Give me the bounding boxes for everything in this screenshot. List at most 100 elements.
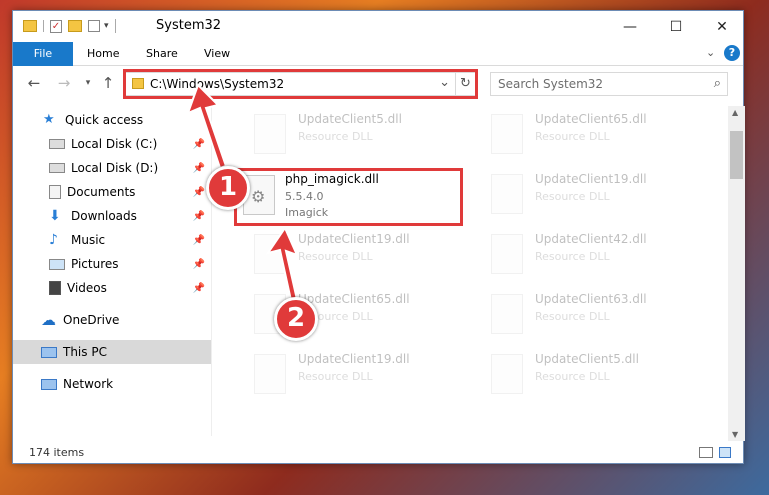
recent-locations-button[interactable]: ▾ — [79, 74, 97, 92]
new-folder-icon[interactable] — [68, 20, 82, 32]
downloads-icon: ⬇ — [49, 208, 61, 224]
chevron-down-icon[interactable]: ▾ — [104, 21, 109, 31]
navigation-pane: ★ Quick access Local Disk (C:) 📌 Local D… — [13, 106, 211, 436]
sidebar-item-onedrive[interactable]: ☁ OneDrive — [13, 308, 211, 332]
file-type: Resource DLL — [535, 190, 610, 203]
pin-icon[interactable]: 📌 — [193, 211, 205, 222]
list-item[interactable]: UpdateClient42.dll Resource DLL — [473, 228, 703, 284]
help-icon[interactable]: ? — [724, 45, 740, 61]
list-item[interactable]: UpdateClient19.dll Resource DLL — [236, 348, 466, 404]
sidebar-item-downloads[interactable]: ⬇ Downloads 📌 — [13, 204, 211, 228]
dll-file-icon — [491, 294, 523, 334]
dll-file-icon — [491, 174, 523, 214]
list-item[interactable]: UpdateClient19.dll Resource DLL — [236, 228, 466, 284]
tab-view[interactable]: View — [192, 42, 242, 66]
file-name: UpdateClient42.dll — [535, 232, 647, 246]
network-icon — [41, 378, 57, 390]
file-name: php_imagick.dll — [285, 172, 379, 186]
dll-file-icon — [254, 114, 286, 154]
back-button[interactable]: ← — [25, 74, 43, 92]
address-highlight-box — [123, 69, 478, 99]
documents-icon — [49, 185, 61, 199]
file-version: 5.5.4.0 — [285, 190, 324, 203]
file-type: Resource DLL — [298, 250, 373, 263]
file-type: Resource DLL — [535, 250, 610, 263]
cloud-icon: ☁ — [41, 311, 56, 329]
drive-icon — [49, 163, 65, 173]
pin-icon[interactable]: 📌 — [193, 139, 205, 150]
file-name: UpdateClient65.dll — [535, 112, 647, 126]
highlighted-file-php-imagick[interactable]: ⚙ php_imagick.dll 5.5.4.0 Imagick — [234, 168, 463, 226]
computer-icon — [41, 346, 57, 358]
details-view-icon[interactable] — [699, 447, 713, 458]
sidebar-item-documents[interactable]: Documents 📌 — [13, 180, 211, 204]
dll-file-icon — [254, 354, 286, 394]
large-icons-view-icon[interactable] — [719, 447, 731, 458]
scrollbar-thumb[interactable] — [730, 131, 743, 179]
forward-button[interactable]: → — [55, 74, 73, 92]
videos-icon — [49, 281, 61, 295]
list-item[interactable]: UpdateClient65.dll Resource DLL — [473, 108, 703, 164]
minimize-button[interactable]: — — [607, 11, 653, 42]
list-item[interactable]: UpdateClient63.dll Resource DLL — [473, 288, 703, 344]
pictures-icon — [49, 258, 65, 270]
file-name: UpdateClient5.dll — [535, 352, 639, 366]
sidebar-item-videos[interactable]: Videos 📌 — [13, 276, 211, 300]
sidebar-item-label: Music — [71, 233, 106, 247]
list-item[interactable]: UpdateClient5.dll Resource DLL — [236, 108, 466, 164]
close-button[interactable]: ✕ — [699, 11, 745, 42]
gear-icon: ⚙ — [251, 187, 266, 206]
file-type: Resource DLL — [535, 130, 610, 143]
scroll-down-arrow[interactable]: ▼ — [732, 430, 738, 439]
tab-home[interactable]: Home — [75, 42, 131, 66]
sidebar-item-local-disk-c[interactable]: Local Disk (C:) 📌 — [13, 132, 211, 156]
search-input[interactable]: Search System32 ⌕ — [490, 72, 728, 96]
sidebar-item-network[interactable]: Network — [13, 372, 211, 396]
address-row: ← → ▾ ↑ C:\Windows\System32 ⌄ ↻ Search S… — [13, 68, 743, 99]
scroll-up-arrow[interactable]: ▲ — [732, 108, 738, 117]
sidebar-item-label: Local Disk (D:) — [71, 161, 159, 175]
status-bar: 174 items — [13, 441, 743, 465]
pin-icon[interactable]: 📌 — [193, 187, 205, 198]
folder-icon — [23, 20, 37, 32]
list-item[interactable]: UpdateClient65.dll Resource DLL — [236, 288, 466, 344]
pin-icon[interactable]: 📌 — [193, 235, 205, 246]
customize-icon[interactable] — [88, 20, 100, 32]
pin-icon[interactable]: 📌 — [193, 259, 205, 270]
explorer-window: ✓ ▾ System32 — ☐ ✕ File Home Share View … — [12, 10, 745, 465]
file-type: Resource DLL — [535, 370, 610, 383]
sidebar-item-label: Downloads — [71, 209, 137, 223]
separator — [114, 19, 116, 33]
sidebar-item-this-pc[interactable]: This PC — [13, 340, 211, 364]
pin-icon[interactable]: 📌 — [193, 163, 205, 174]
chevron-down-icon[interactable]: ⌄ — [706, 46, 715, 59]
separator — [43, 20, 44, 32]
dll-file-icon — [254, 234, 286, 274]
dll-file-icon — [491, 234, 523, 274]
maximize-button[interactable]: ☐ — [653, 11, 699, 42]
file-name: UpdateClient63.dll — [535, 292, 647, 306]
sidebar-item-label: Network — [63, 377, 114, 391]
sidebar-item-quick-access[interactable]: ★ Quick access — [13, 108, 211, 132]
sidebar-item-music[interactable]: ♪ Music 📌 — [13, 228, 211, 252]
list-item[interactable]: UpdateClient19.dll Resource DLL — [473, 168, 703, 224]
window-title: System32 — [156, 18, 222, 33]
file-name: UpdateClient19.dll — [298, 352, 410, 366]
pane-divider — [211, 106, 212, 436]
file-name: UpdateClient65.dll — [298, 292, 410, 306]
properties-icon[interactable]: ✓ — [50, 19, 62, 33]
search-icon: ⌕ — [713, 76, 721, 91]
up-button[interactable]: ↑ — [99, 74, 117, 92]
tab-share[interactable]: Share — [134, 42, 190, 66]
sidebar-item-label: Local Disk (C:) — [71, 137, 158, 151]
vertical-scrollbar[interactable]: ▲ ▼ — [728, 106, 745, 441]
tab-file[interactable]: File — [13, 42, 73, 66]
file-list: UpdateClient5.dll Resource DLL UpdateCli… — [218, 106, 728, 436]
sidebar-item-label: Quick access — [65, 113, 144, 127]
file-type: Resource DLL — [298, 370, 373, 383]
list-item[interactable]: UpdateClient5.dll Resource DLL — [473, 348, 703, 404]
pin-icon[interactable]: 📌 — [193, 283, 205, 294]
sidebar-item-local-disk-d[interactable]: Local Disk (D:) 📌 — [13, 156, 211, 180]
ribbon-tabs: File Home Share View ⌄ ? — [13, 42, 743, 66]
sidebar-item-pictures[interactable]: Pictures 📌 — [13, 252, 211, 276]
